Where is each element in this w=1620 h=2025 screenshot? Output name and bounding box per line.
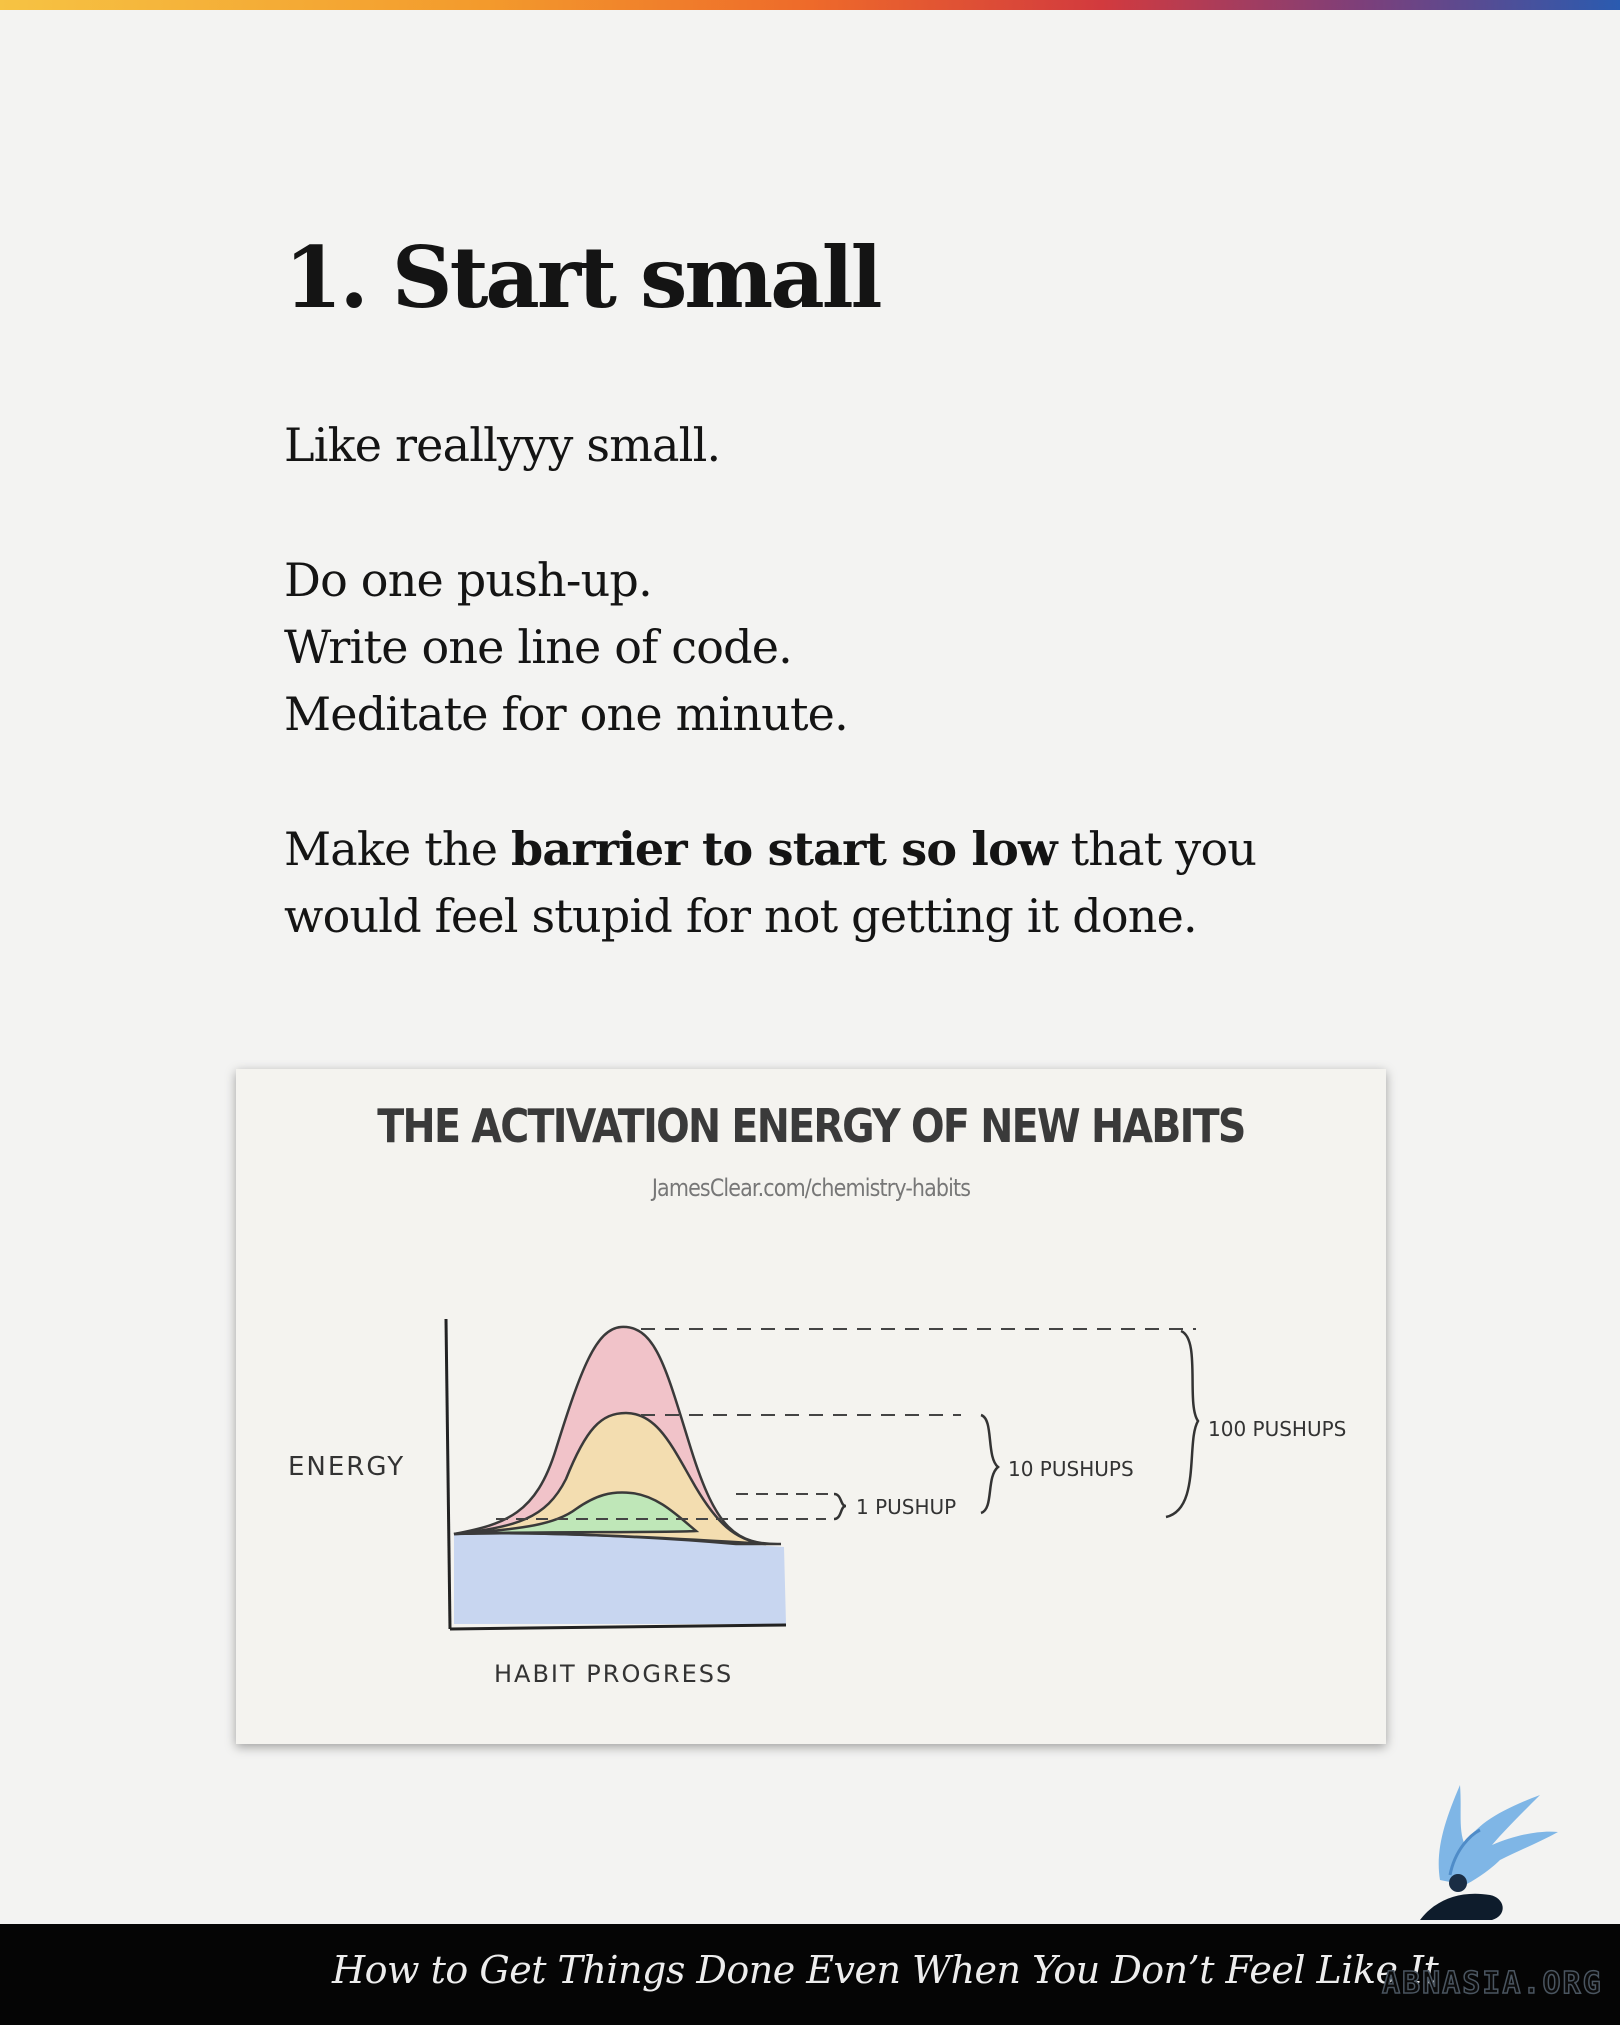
example-item: Do one push-up.: [284, 553, 653, 607]
x-axis-label: HABIT PROGRESS: [494, 1660, 733, 1688]
brace-1: [833, 1492, 847, 1521]
energy-sketch: ENERGY HABIT PROGRESS 1 PUSHUP 10 PUSHUP…: [288, 1318, 1346, 1688]
activation-energy-figure: THE ACTIVATION ENERGY OF NEW HABITS Jame…: [236, 1069, 1386, 1744]
intro-line: Like reallyyy small.: [284, 418, 721, 472]
label-1-pushup: 1 PUSHUP: [856, 1495, 956, 1519]
section-heading: 1. Start small: [284, 228, 883, 327]
footer-caption: How to Get Things Done Even When You Don…: [332, 1948, 1439, 1992]
griffin-logo-icon: [1420, 1785, 1558, 1920]
barrier-paragraph: Make the barrier to start so low that yo…: [284, 816, 1404, 950]
label-10-pushups: 10 PUSHUPS: [1008, 1457, 1134, 1481]
barrier-text-before: Make the: [284, 822, 512, 876]
example-item: Meditate for one minute.: [284, 687, 849, 741]
y-axis: [444, 1318, 452, 1630]
example-item: Write one line of code.: [284, 620, 793, 674]
brand-wordmark: ABNASIA.ORG: [1381, 1965, 1603, 2002]
brace-100: [1165, 1329, 1200, 1519]
barrier-emphasis: barrier to start so low: [511, 822, 1058, 876]
footer-bar: How to Get Things Done Even When You Don…: [0, 1924, 1620, 2025]
label-100-pushups: 100 PUSHUPS: [1208, 1417, 1346, 1441]
article-content: 1. Start small Like reallyyy small. Do o…: [284, 228, 1404, 943]
brace-10: [980, 1413, 1000, 1515]
base-energy-area: [454, 1533, 786, 1624]
x-axis: [449, 1623, 787, 1631]
examples-list: Do one push-up. Write one line of code. …: [284, 547, 849, 748]
y-axis-label: ENERGY: [288, 1452, 405, 1482]
top-gradient-bar: [0, 0, 1620, 10]
